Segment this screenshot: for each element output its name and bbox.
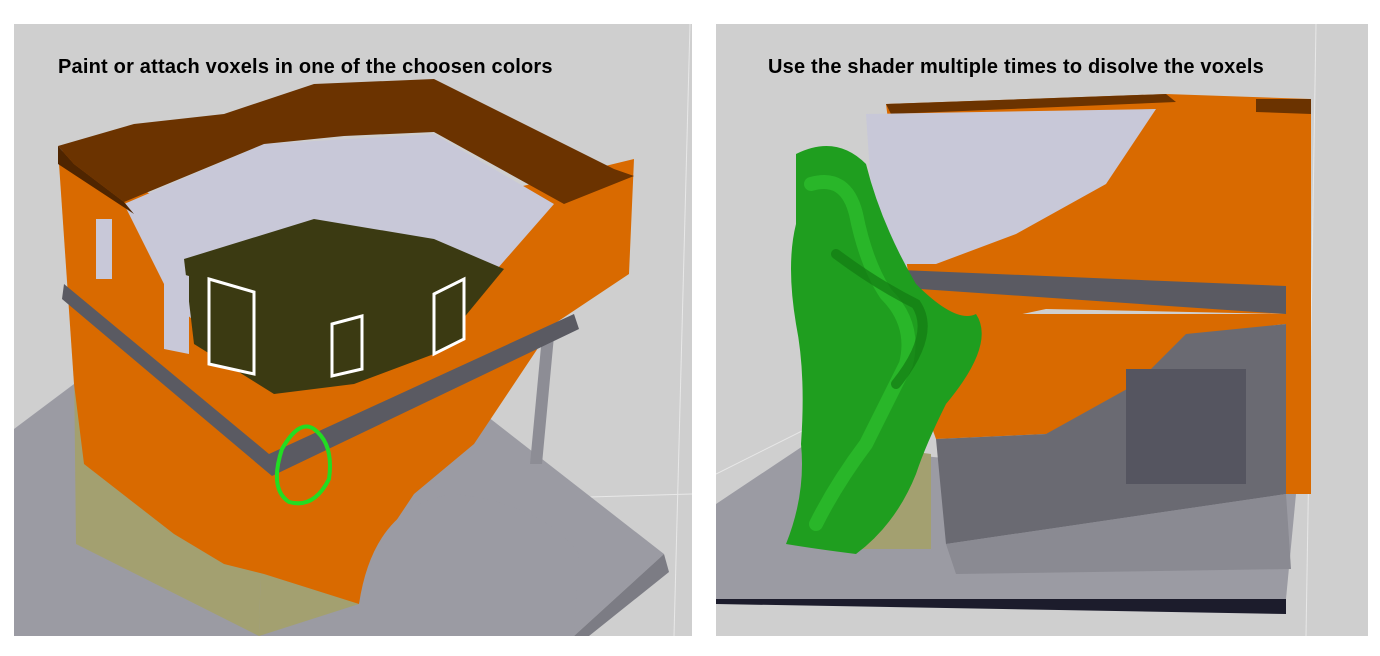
window-left [96,219,112,279]
window-front-2 [207,277,256,376]
viewport-right[interactable]: Use the shader multiple times to disolve… [716,24,1368,636]
window-front-4 [432,276,466,357]
voxel-building-render-painted [14,24,692,636]
support-column [530,336,554,464]
voxel-building-render-dissolved [716,24,1317,636]
caption-paint: Paint or attach voxels in one of the cho… [58,56,553,78]
viewport-left[interactable]: Paint or attach voxels in one of the cho… [14,24,692,636]
window-front-1 [164,269,189,354]
caption-dissolve: Use the shader multiple times to disolve… [768,56,1264,78]
window-front-3 [330,314,364,378]
